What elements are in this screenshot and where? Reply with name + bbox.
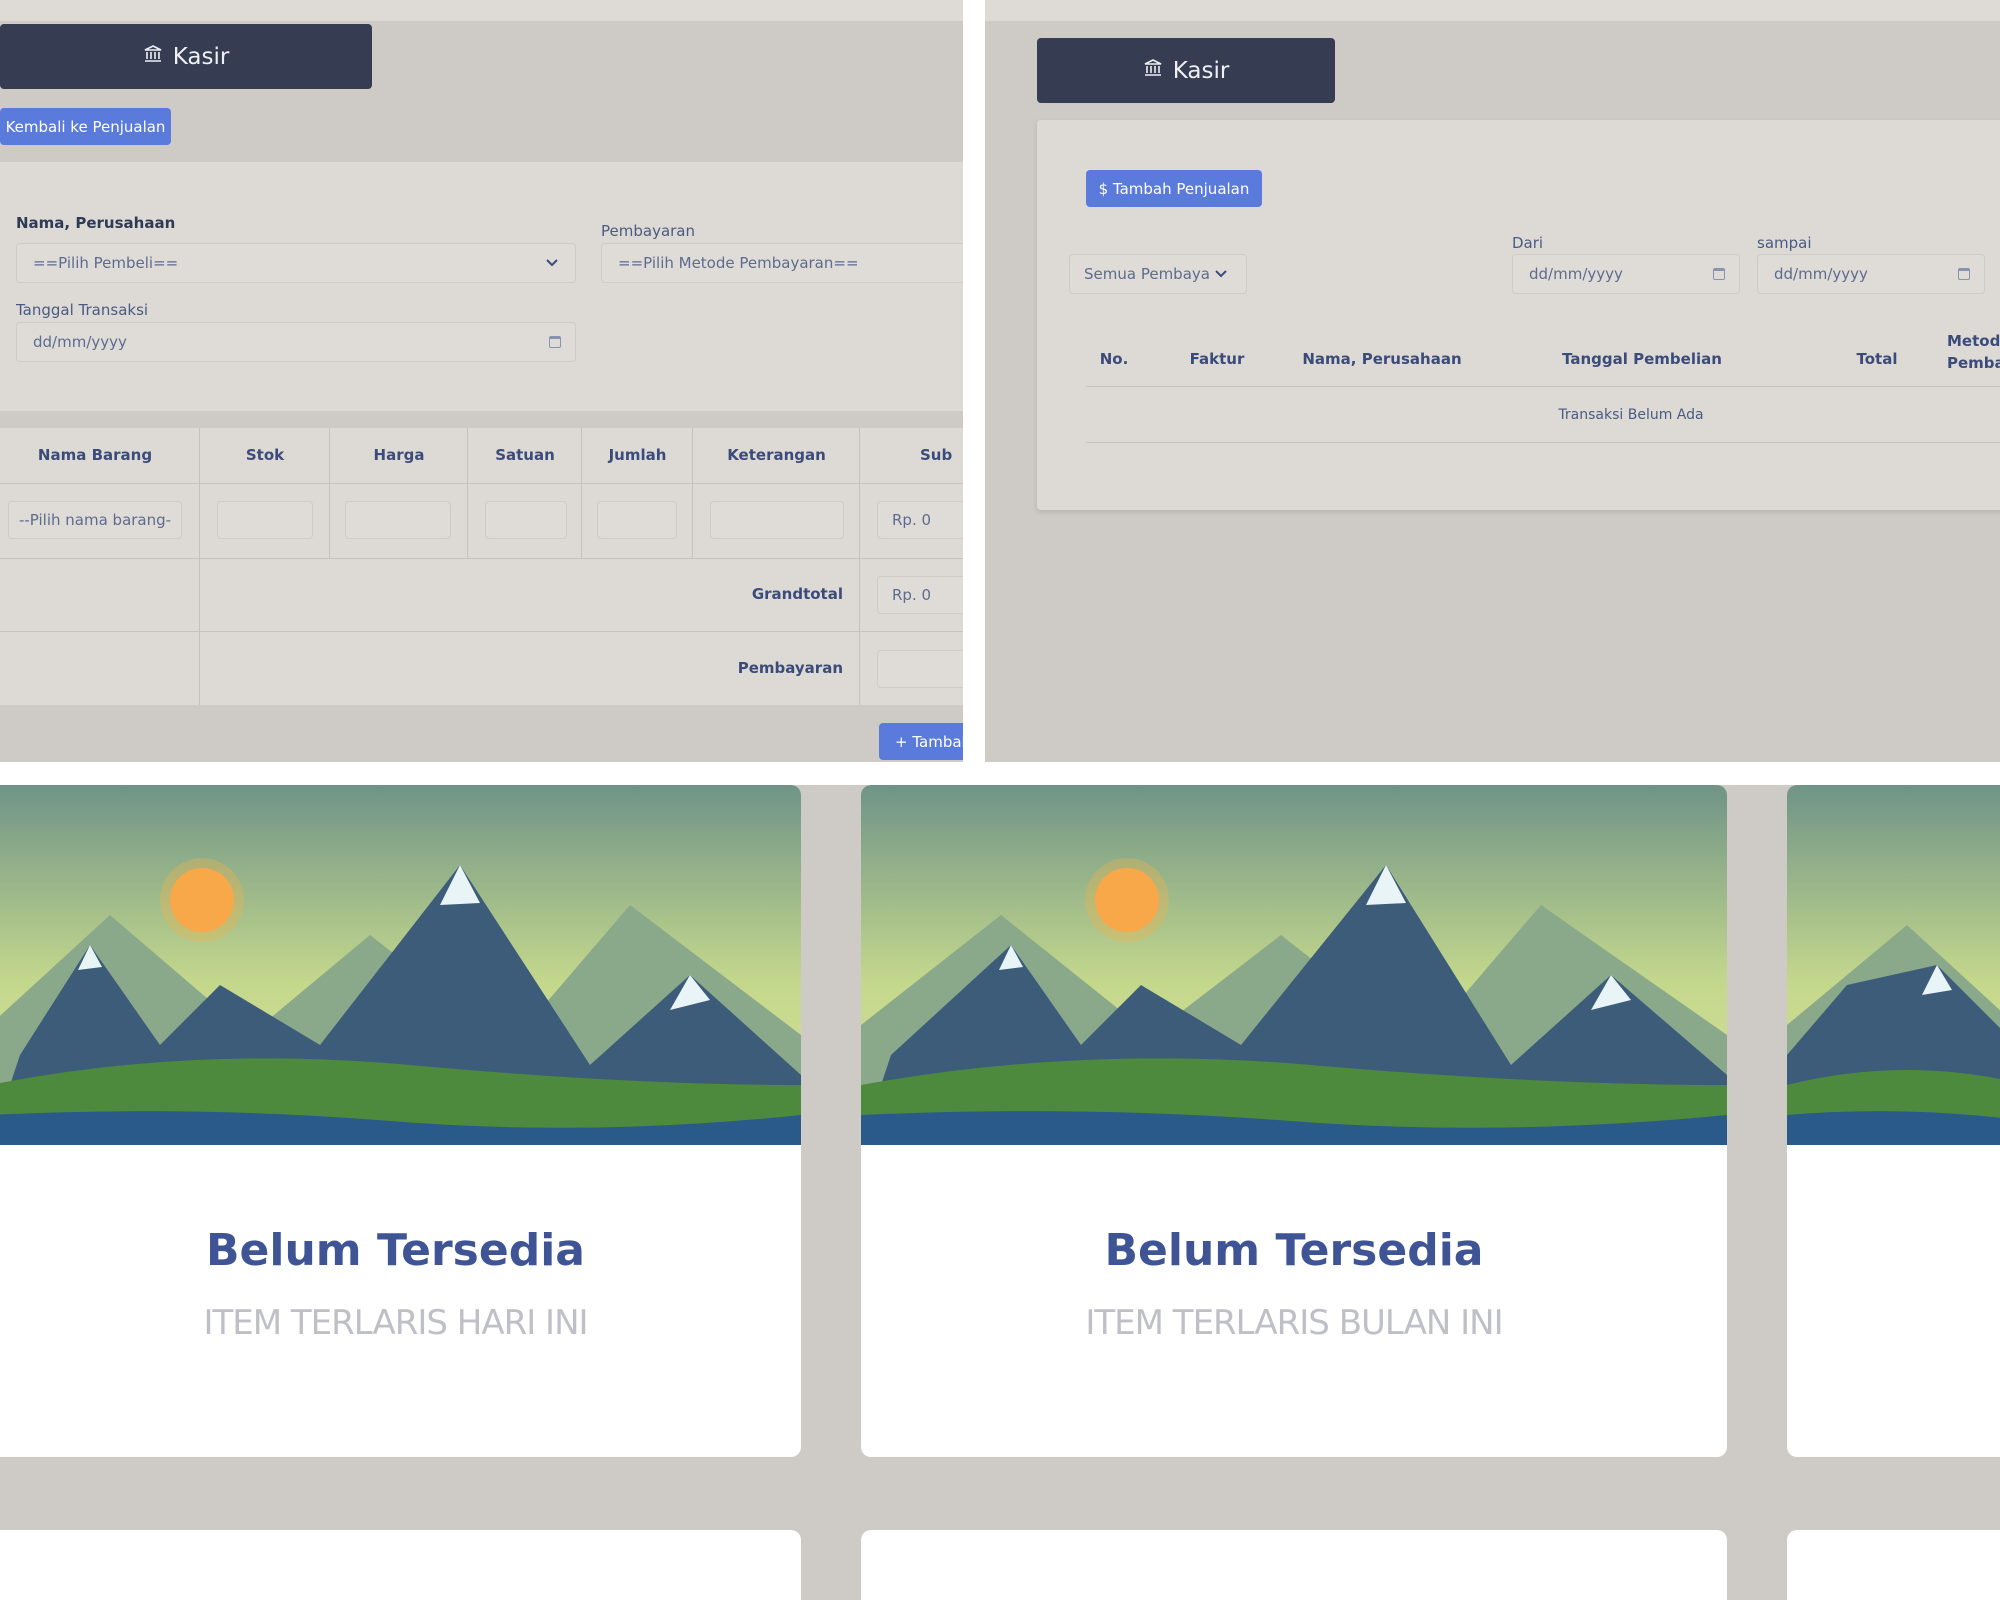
divider bbox=[0, 631, 963, 632]
col-metode-pembayaran: Metode Pembay bbox=[1947, 330, 2000, 374]
col-nama-barang: Nama Barang bbox=[37, 446, 153, 464]
note-input[interactable] bbox=[710, 501, 844, 539]
col-no: No. bbox=[1099, 350, 1129, 368]
col-subtotal: Sub bbox=[920, 446, 953, 464]
col-satuan: Satuan bbox=[495, 446, 555, 464]
item-name-select[interactable]: --Pilih nama barang- bbox=[8, 501, 182, 539]
divider bbox=[0, 558, 963, 559]
customer-select[interactable]: ==Pilih Pembeli== bbox=[16, 243, 576, 283]
quantity-input[interactable] bbox=[597, 501, 677, 539]
price-input[interactable] bbox=[345, 501, 451, 539]
divider bbox=[329, 428, 330, 558]
kasir-header-label: Kasir bbox=[172, 43, 230, 70]
payment-filter-select[interactable]: Semua Pembayara bbox=[1069, 254, 1247, 294]
divider bbox=[859, 428, 860, 705]
add-sale-button[interactable]: $ Tambah Penjualan bbox=[1086, 170, 1262, 207]
transaction-date-label: Tanggal Transaksi bbox=[16, 301, 149, 319]
kasir-form-panel: Kasir Kembali ke Penjualan Nama, Perusah… bbox=[0, 0, 963, 762]
unit-input[interactable] bbox=[485, 501, 567, 539]
col-metode-line2: Pembay bbox=[1947, 354, 2000, 372]
grandtotal-field: Rp. 0 bbox=[877, 576, 963, 614]
col-tanggal-pembelian: Tanggal Pembelian bbox=[1562, 350, 1722, 368]
transaction-date-input[interactable]: dd/mm/yyyy bbox=[16, 322, 576, 362]
divider bbox=[581, 428, 582, 558]
white-band bbox=[0, 762, 2000, 785]
col-total: Total bbox=[1856, 350, 1898, 368]
top-strip bbox=[985, 0, 2000, 21]
customer-label: Nama, Perusahaan bbox=[16, 214, 176, 232]
card-title: Belum Tersedia bbox=[206, 1225, 585, 1276]
from-date-input[interactable]: dd/mm/yyyy bbox=[1512, 254, 1740, 294]
calendar-icon bbox=[1713, 268, 1725, 280]
best-seller-month-card: Belum Tersedia ITEM TERLARIS BULAN INI bbox=[861, 785, 1727, 1457]
add-transaction-button[interactable]: + Tambal bbox=[879, 723, 963, 760]
divider bbox=[467, 428, 468, 558]
col-stok: Stok bbox=[245, 446, 285, 464]
chevron-down-icon bbox=[1215, 270, 1227, 278]
bank-icon bbox=[1143, 58, 1163, 84]
from-date-label: Dari bbox=[1512, 234, 1544, 252]
mountain-landscape-image bbox=[1787, 785, 2000, 1145]
payment-method-value: ==Pilih Metode Pembayaran== bbox=[618, 254, 859, 272]
lower-card bbox=[861, 1530, 1727, 1600]
mountain-landscape-image bbox=[0, 785, 801, 1145]
to-date-value: dd/mm/yyyy bbox=[1774, 265, 1868, 283]
back-to-sales-button[interactable]: Kembali ke Penjualan bbox=[0, 108, 171, 145]
partial-card bbox=[1787, 785, 2000, 1457]
payment-filter-value: Semua Pembayara bbox=[1084, 265, 1210, 283]
calendar-icon bbox=[549, 336, 561, 348]
kasir-header-button[interactable]: Kasir bbox=[1037, 38, 1335, 103]
to-date-input[interactable]: dd/mm/yyyy bbox=[1757, 254, 1985, 294]
payment-amount-label: Pembayaran bbox=[737, 659, 843, 677]
col-jumlah: Jumlah bbox=[608, 446, 667, 464]
divider bbox=[1086, 386, 2000, 387]
divider bbox=[199, 428, 200, 705]
col-harga: Harga bbox=[373, 446, 425, 464]
col-nama-perusahaan: Nama, Perusahaan bbox=[1302, 350, 1462, 368]
to-date-label: sampai bbox=[1757, 234, 1812, 252]
divider bbox=[692, 428, 693, 558]
sales-list-card: $ Tambah Penjualan Semua Pembayara Dari … bbox=[1037, 120, 2000, 510]
transaction-date-value: dd/mm/yyyy bbox=[33, 333, 127, 351]
lower-card bbox=[1787, 1530, 2000, 1600]
items-table-card: Nama Barang Stok Harga Satuan Jumlah Ket… bbox=[0, 428, 963, 705]
top-strip bbox=[0, 0, 963, 21]
card-title: Belum Tersedia bbox=[1104, 1225, 1484, 1276]
col-keterangan: Keterangan bbox=[727, 446, 826, 464]
chevron-down-icon bbox=[546, 259, 558, 267]
col-metode-line1: Metode bbox=[1947, 332, 2000, 350]
dashboard-area: Belum Tersedia ITEM TERLARIS HARI INI Be… bbox=[0, 762, 2000, 1600]
divider bbox=[0, 483, 963, 484]
stock-input[interactable] bbox=[217, 501, 313, 539]
customer-select-value: ==Pilih Pembeli== bbox=[33, 254, 179, 272]
grandtotal-label: Grandtotal bbox=[751, 585, 843, 603]
lower-card bbox=[0, 1530, 801, 1600]
kasir-header-button[interactable]: Kasir bbox=[0, 24, 372, 89]
calendar-icon bbox=[1958, 268, 1970, 280]
kasir-header-label: Kasir bbox=[1172, 57, 1230, 84]
divider bbox=[1086, 442, 2000, 443]
payment-amount-input[interactable] bbox=[877, 650, 963, 688]
col-faktur: Faktur bbox=[1189, 350, 1245, 368]
card-subtitle: ITEM TERLARIS BULAN INI bbox=[1085, 1303, 1503, 1343]
card-subtitle: ITEM TERLARIS HARI INI bbox=[203, 1303, 588, 1343]
empty-message: Transaksi Belum Ada bbox=[1558, 407, 1704, 423]
best-seller-today-card: Belum Tersedia ITEM TERLARIS HARI INI bbox=[0, 785, 801, 1457]
bank-icon bbox=[143, 44, 163, 70]
panel-divider bbox=[963, 0, 985, 762]
from-date-value: dd/mm/yyyy bbox=[1529, 265, 1623, 283]
payment-label: Pembayaran bbox=[601, 222, 695, 240]
transaction-info-card: Nama, Perusahaan ==Pilih Pembeli== Pemba… bbox=[0, 162, 963, 411]
kasir-list-panel: Kasir $ Tambah Penjualan Semua Pembayara… bbox=[985, 0, 2000, 762]
payment-method-select[interactable]: ==Pilih Metode Pembayaran== bbox=[601, 243, 963, 283]
subtotal-field: Rp. 0 bbox=[877, 501, 963, 539]
mountain-landscape-image bbox=[861, 785, 1727, 1145]
